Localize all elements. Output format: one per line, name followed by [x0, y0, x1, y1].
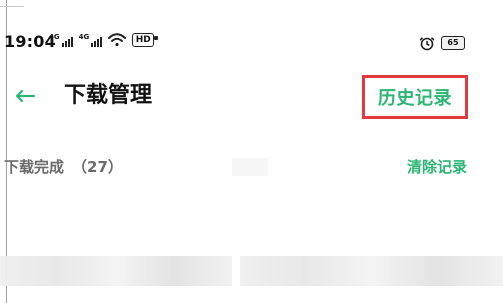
signal-bar [100, 37, 103, 47]
signal-bar [91, 43, 94, 47]
blurred-list-region-right [240, 256, 503, 286]
downloads-section-header: 下载完成 （27） 清除记录 [0, 154, 503, 180]
battery-icon: 65 [441, 36, 465, 50]
signal-bar [64, 41, 67, 47]
downloads-completed-count: （27） [72, 158, 123, 176]
crop-guide-top [0, 6, 24, 7]
hd-text: HD [135, 35, 151, 45]
history-label: 历史记录 [378, 88, 452, 109]
wifi-icon [108, 33, 127, 47]
status-icons-right: 65 [419, 35, 465, 51]
status-icons-left: 4G 4G HD [49, 33, 159, 47]
blurred-list-region-left [0, 256, 232, 286]
alarm-clock-icon [419, 37, 435, 51]
signal-bar [61, 43, 64, 47]
signal-1: 4G [49, 33, 73, 47]
status-bar: 19:04 4G 4G HD 65 [0, 30, 503, 54]
history-button[interactable]: 历史记录 [362, 75, 468, 119]
net-label-2: 4G [78, 33, 90, 41]
page-title: 下载管理 [64, 83, 153, 108]
battery-level: 65 [447, 38, 459, 47]
downloads-completed-text: 下载完成 [4, 158, 65, 176]
signal-bar [97, 39, 100, 47]
page-header: 下载管理 历史记录 [0, 75, 503, 119]
net-label-1: 4G [49, 33, 60, 41]
back-arrow-icon[interactable] [10, 81, 40, 111]
signal-bar [67, 39, 70, 47]
hd-dot [154, 36, 159, 40]
signal-bar [94, 41, 97, 47]
clear-records-button[interactable]: 清除记录 [407, 154, 467, 180]
signal-bar [70, 37, 73, 47]
hd-badge: HD [132, 33, 159, 47]
signal-2: 4G [78, 33, 103, 47]
downloads-completed-label: 下载完成 （27） [4, 154, 123, 180]
